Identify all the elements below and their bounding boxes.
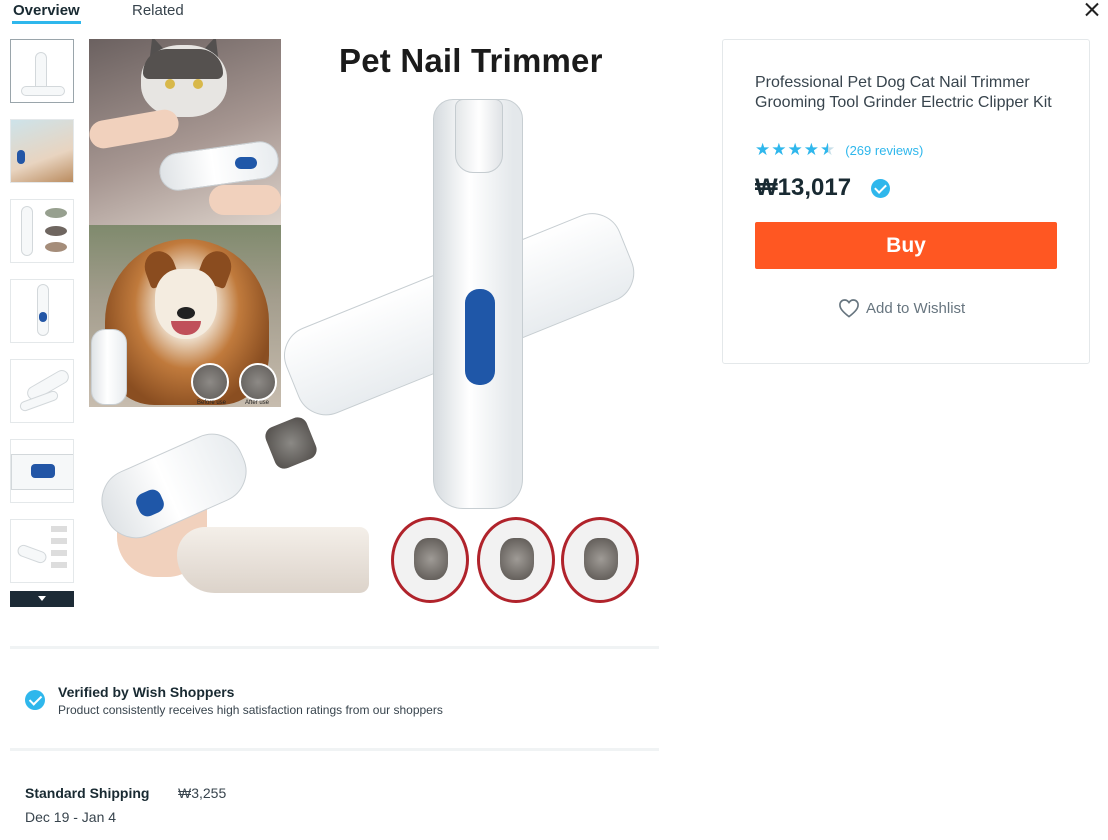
product-title: Professional Pet Dog Cat Nail Trimmer Gr… [755,74,1052,111]
verified-check-icon [25,690,45,710]
hand [209,185,281,215]
grinder-closeup-inner [500,538,534,580]
dog-nose [177,307,195,319]
thumbnail-5[interactable] [10,359,74,423]
grinder-closeup-inner [414,538,448,580]
trimmer-shape [91,329,127,405]
before-inset [191,363,229,401]
thumbnail-2[interactable] [10,119,74,183]
thumbnail-product-shape [21,86,65,96]
chevron-down-icon[interactable] [10,591,74,607]
thumbnail-product-shape [17,150,25,164]
thumbnail-product-shape [21,206,33,256]
grinder-closeup [477,517,555,603]
thumbnail-1[interactable] [10,39,74,103]
cat-eye [165,79,175,89]
star-icon: ★ [755,140,771,159]
tab-related[interactable]: Related [132,2,184,19]
star-half-icon: ★ [820,140,836,159]
buy-button[interactable]: Buy [755,222,1057,269]
star-icon: ★ [787,140,803,159]
shipping-label: Standard Shipping [25,785,150,801]
shipping-price: ₩3,255 [178,785,227,801]
paw [177,527,369,593]
thumbnail-product-shape [39,312,47,322]
star-icon: ★ [803,140,819,159]
after-inset [239,363,277,401]
thumbnail-6[interactable] [10,439,74,503]
thumbnail-photo [45,242,67,252]
thumbnail-product-shape [31,464,55,478]
divider [10,748,659,751]
grinder-closeup-inner [584,538,618,580]
dog-photo: Before use After use [89,225,281,407]
reviews-link[interactable]: (269 reviews) [845,143,923,158]
hand-photo [89,427,371,607]
thumbnail-photo [45,208,67,218]
trimmer-button-shape [465,289,495,385]
thumbnail-photo [45,226,67,236]
inset-caption: After use [245,400,270,406]
thumbnail-4[interactable] [10,279,74,343]
thumbnail-photo [51,526,67,574]
tab-overview[interactable]: Overview [12,2,81,24]
thumbnail-product-shape [15,543,49,565]
cat-photo [89,39,281,225]
image-caption: Pet Nail Trimmer [339,42,603,79]
add-to-wishlist-button[interactable]: Add to Wishlist [838,298,965,318]
cat-eye [193,79,203,89]
thumbnail-3[interactable] [10,199,74,263]
trimmer-button-shape [235,157,257,169]
rating-stars: ★ ★ ★ ★ ★ (269 reviews) [755,141,923,159]
product-price: ₩13,017 [755,174,852,201]
verified-title: Verified by Wish Shoppers [58,684,235,700]
grinder-closeup [391,517,469,603]
verified-check-icon [871,179,890,198]
trimmer-cap [455,99,503,173]
cat-patch [143,49,223,79]
main-product-image[interactable]: Before use After use Pet Nail Trimmer [89,39,659,607]
grinder-closeup [561,517,639,603]
verified-description: Product consistently receives high satis… [58,703,443,717]
inset-caption: Before use [197,400,227,406]
divider [10,646,659,649]
close-icon[interactable] [1081,0,1103,20]
purchase-panel: Professional Pet Dog Cat Nail Trimmer Gr… [722,39,1090,364]
wishlist-label: Add to Wishlist [866,299,966,317]
heart-icon [839,299,859,318]
thumbnail-7[interactable] [10,519,74,583]
star-icon: ★ [771,140,787,159]
shipping-dates: Dec 19 - Jan 4 [25,809,117,825]
thumbnail-product-shape [37,284,49,336]
hand [89,107,181,151]
